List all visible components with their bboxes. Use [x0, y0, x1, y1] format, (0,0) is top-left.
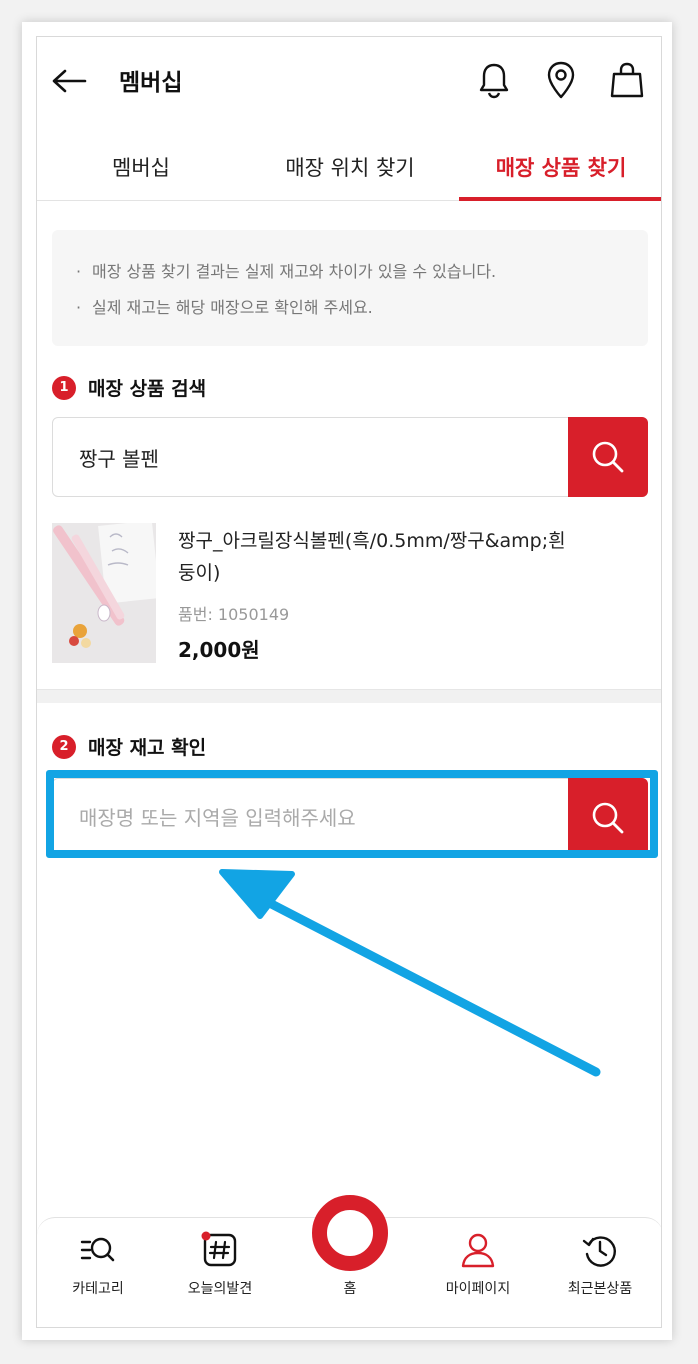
notice-box: · 매장 상품 찾기 결과는 실제 재고와 차이가 있을 수 있습니다. · 실제 …	[52, 230, 648, 346]
notification-button[interactable]	[474, 59, 514, 101]
product-code: 품번: 1050149	[178, 605, 290, 624]
tab-store-product[interactable]: 매장 상품 찾기	[459, 133, 661, 201]
page-title: 멤버십	[119, 70, 183, 96]
product-image[interactable]	[52, 523, 156, 663]
home-ring-icon[interactable]	[312, 1195, 388, 1271]
active-tab-indicator	[459, 197, 661, 201]
product-search-heading: 1 매장 상품 검색	[52, 374, 206, 401]
step-badge: 1	[52, 375, 76, 400]
stock-check-title: 매장 재고 확인	[88, 737, 207, 759]
product-search-button[interactable]	[568, 417, 648, 497]
product-name[interactable]: 짱구_아크릴장식볼펜(흑/0.5mm/짱구&amp;흰둥이)	[178, 525, 578, 589]
nav-mypage-label: 마이페이지	[445, 1281, 511, 1297]
category-search-icon	[78, 1230, 118, 1270]
user-icon	[458, 1230, 498, 1270]
nav-recent-products[interactable]: 최근본상품	[540, 1230, 660, 1298]
nav-mypage[interactable]: 마이페이지	[418, 1230, 538, 1298]
back-button[interactable]	[51, 63, 91, 99]
app-header: 멤버십	[37, 37, 661, 125]
hashtag-icon	[200, 1230, 240, 1270]
store-location-button[interactable]	[541, 59, 581, 101]
nav-category[interactable]: 카테고리	[38, 1230, 158, 1298]
location-pin-icon	[547, 61, 575, 99]
product-search-box	[52, 417, 648, 497]
notice-item: · 매장 상품 찾기 결과는 실제 재고와 차이가 있을 수 있습니다.	[76, 262, 497, 281]
tab-bar: 멤버십 매장 위치 찾기 매장 상품 찾기	[37, 133, 661, 201]
nav-home-label: 홈	[343, 1281, 357, 1297]
annotation-arrow-icon	[219, 869, 601, 1077]
product-price: 2,000원	[178, 638, 260, 662]
history-icon	[580, 1230, 620, 1270]
nav-today-discovery[interactable]: 오늘의발견	[160, 1230, 280, 1298]
stock-check-heading: 2 매장 재고 확인	[52, 733, 206, 760]
bell-icon	[479, 63, 509, 99]
tab-membership[interactable]: 멤버십	[37, 133, 245, 201]
section-divider	[37, 689, 661, 703]
shopping-bag-icon	[610, 62, 644, 98]
tab-store-location[interactable]: 매장 위치 찾기	[245, 133, 455, 201]
nav-today-discovery-label: 오늘의발견	[187, 1281, 253, 1297]
shopping-bag-button[interactable]	[607, 59, 647, 101]
notice-text: 실제 재고는 해당 매장으로 확인해 주세요.	[92, 298, 373, 317]
step-badge: 2	[52, 734, 76, 759]
app-screen: 멤버십 멤버십 매장 위치 찾기 매장 상품 찾기 · 매장 상품 찾기 결과는…	[36, 36, 662, 1328]
notice-text: 매장 상품 찾기 결과는 실제 재고와 차이가 있을 수 있습니다.	[92, 262, 497, 281]
back-arrow-icon	[52, 69, 87, 93]
search-icon	[592, 441, 624, 473]
notice-item: · 실제 재고는 해당 매장으로 확인해 주세요.	[76, 298, 373, 317]
nav-category-label: 카테고리	[72, 1281, 124, 1297]
highlight-annotation	[46, 770, 658, 858]
product-search-title: 매장 상품 검색	[88, 378, 207, 400]
product-photo	[52, 523, 156, 663]
nav-recent-products-label: 최근본상품	[567, 1281, 633, 1297]
product-search-input[interactable]	[79, 418, 559, 496]
